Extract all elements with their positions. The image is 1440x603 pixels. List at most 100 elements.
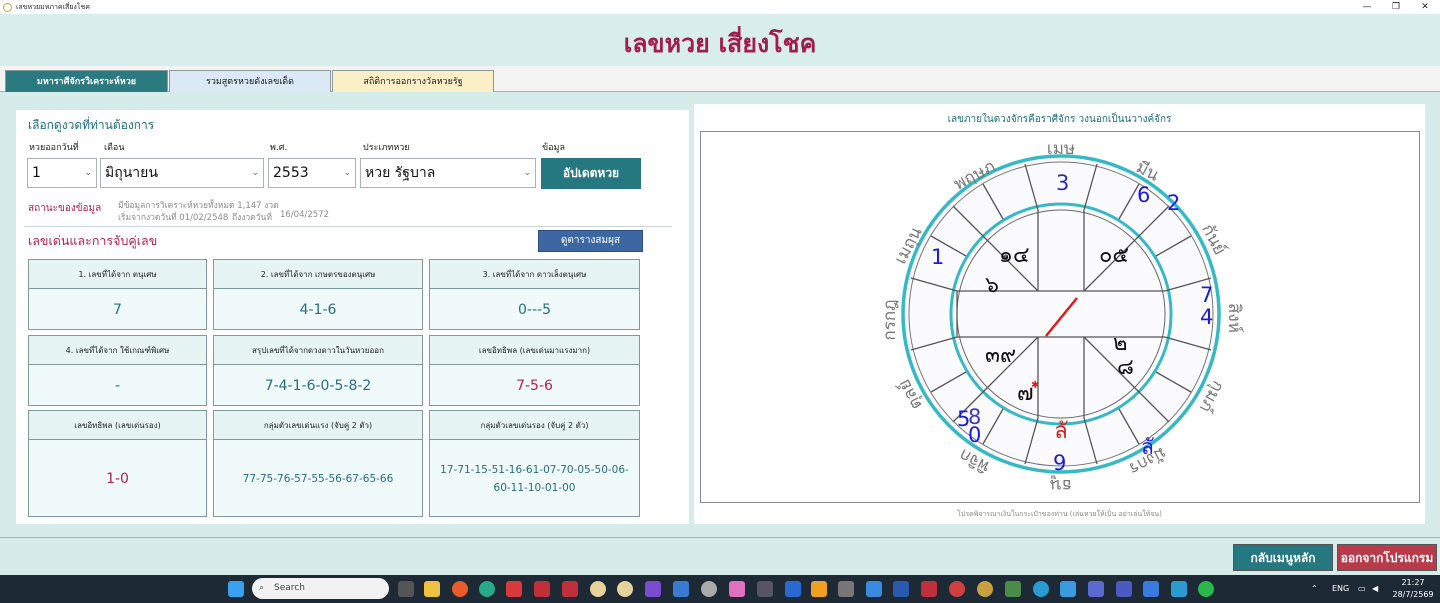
nav-number: 0 [968,423,981,447]
exit-button[interactable]: ออกจากโปรแกรม [1337,544,1437,571]
search-icon: ⌕ [259,583,265,593]
app-icon[interactable] [1005,581,1021,597]
tab-zodiac-analysis[interactable]: มหาราศีจักรวิเคราะห์หวย [5,70,168,92]
update-lottery-button[interactable]: อัปเดตหวย [541,158,641,189]
month-select[interactable]: มิถุนายน ⌄ [100,158,264,188]
language-indicator[interactable]: ENG [1332,575,1349,603]
card-value: 0---5 [518,301,551,318]
card-header: 4. เลขที่ได้จาก ใช้เกณฑ์พิเศษ [29,336,206,365]
status-end-date: 16/04/2572 [280,210,329,220]
wheel-title: เลขภายในดวงจักรคือราศีจักร วงนอกเป็นนวาง… [947,114,1172,125]
app-icon[interactable] [1033,581,1049,597]
taskbar-search[interactable]: ⌕ Search [252,578,389,599]
nav-number: 6 [1137,183,1150,207]
zodiac-wheel: เมษ พฤษภ เมถุน กรกฎ สิงห์ กันย์ ตุลย์ พิ… [880,139,1244,495]
taskbar: ⌕ Search ⌃ ENG ▭ ◀ 21:27 28/7/2569 [0,575,1440,603]
card-header: 3. เลขที่ได้จาก ดาวเล็งตนุเศษ [430,260,639,289]
line-icon[interactable] [1198,581,1214,597]
result-card: เลขอิทธิพล (เลขเด่นรอง) 1-0 [28,410,207,517]
year-select[interactable]: 2553 ⌄ [268,158,356,188]
nav-number: ลั [1141,435,1154,459]
result-card: กลุ่มตัวเลขเด่นแรง (จับคู่ 2 ตัว) 77-75-… [213,410,423,517]
app-icon[interactable] [1143,581,1159,597]
vscode-icon[interactable] [673,581,689,597]
settings-icon[interactable] [811,581,827,597]
tab-statistics[interactable]: สถิติการออกรางวัลหวยรัฐ [332,70,494,92]
word-icon[interactable] [893,581,909,597]
restore-button[interactable]: ❐ [1381,0,1411,14]
card-value: - [114,377,121,394]
app-icon[interactable] [534,581,550,597]
app-icon[interactable] [785,581,801,597]
card-header: สรุปเลขที่ได้จากดวงดาวในวันหวยออก [214,336,422,365]
start-icon[interactable] [228,581,244,597]
app-icon[interactable] [562,581,578,597]
photos-icon[interactable] [729,581,745,597]
card-header: 1. เลขที่ได้จาก ตนุเศษ [29,260,206,289]
sign-label: สิงห์ [1224,303,1244,333]
result-card: สรุปเลขที่ได้จากดวงดาวในวันหวยออก 7-4-1-… [213,335,423,406]
chrome-icon[interactable] [452,581,468,597]
chevron-down-icon: ⌄ [523,168,531,178]
app-icon[interactable] [1171,581,1187,597]
folder-icon[interactable] [424,581,440,597]
app-icon[interactable] [617,581,633,597]
window-titlebar: เลขหวยมหภาคเสี่ยงโชค — ❐ ✕ [0,0,1440,14]
app-header: เลขหวย เสี่ยงโชค [0,14,1440,66]
app-icon[interactable] [590,581,606,597]
card-header: เลขอิทธิพล (เลขเด่นรอง) [29,411,206,440]
inner-number: ๐๕ [1099,243,1129,268]
chevron-up-icon[interactable]: ⌃ [1311,575,1318,603]
app-icon[interactable] [977,581,993,597]
notepad-icon[interactable] [866,581,882,597]
nav-number: 2 [1167,191,1180,215]
volume-icon[interactable]: ◀ [1372,575,1378,603]
wheel-footer: โปรดพิจารณาเงินในกระเป๋าของท่าน (เล่นหวย… [957,510,1162,518]
card-value: 7 [113,301,122,318]
edge-icon[interactable] [479,581,495,597]
view-table-button[interactable]: ดูตารางสมผุส [538,230,643,252]
tab-formulas[interactable]: รวมสูตรหวยดังเลขเด็ด [169,70,331,92]
clock-date[interactable]: 28/7/2569 [1388,581,1438,603]
close-button[interactable]: ✕ [1410,0,1440,14]
card-value: 7-4-1-6-0-5-8-2 [264,377,372,394]
result-card: กลุ่มตัวเลขเด่นรอง (จับคู่ 2 ตัว) 17-71-… [429,410,640,517]
display-icon[interactable]: ▭ [1358,575,1366,603]
lottery-type-value: หวย รัฐบาล [365,165,436,181]
app-icon[interactable] [1116,581,1132,597]
nav-number: 1 [931,245,944,269]
zodiac-wheel-frame: เมษ พฤษภ เมถุน กรกฎ สิงห์ กันย์ ตุลย์ พิ… [700,131,1420,503]
task-view-icon[interactable] [398,581,414,597]
app-icon[interactable] [506,581,522,597]
app-icon[interactable] [701,581,717,597]
calculator-icon[interactable] [757,581,773,597]
nav-number: 3 [1056,171,1069,195]
status-label: สถานะของข้อมูล [28,203,102,214]
nav-number: 9 [1053,451,1066,475]
nav-number: 4 [1200,305,1213,329]
numbers-title: เลขเด่นและการจับคู่เลข [28,233,158,248]
card-value: 4-1-6 [299,301,337,318]
card-header: กลุ่มตัวเลขเด่นรอง (จับคู่ 2 ตัว) [430,411,639,440]
minimize-button[interactable]: — [1352,0,1382,14]
card-header: 2. เลขที่ได้จาก เกษตรของตนุเศษ [214,260,422,289]
app-icon[interactable] [921,581,937,597]
app-icon[interactable] [1088,581,1104,597]
result-card: 1. เลขที่ได้จาก ตนุเศษ 7 [28,259,207,330]
month-select-value: มิถุนายน [105,165,158,181]
visual-studio-icon[interactable] [645,581,661,597]
day-select[interactable]: 1 ⌄ [27,158,97,188]
result-card: 4. เลขที่ได้จาก ใช้เกณฑ์พิเศษ - [28,335,207,406]
card-header: เลขอิทธิพล (เลขเด่นมาแรงมาก) [430,336,639,365]
sign-label: กรกฎ [880,299,900,340]
lottery-type-select[interactable]: หวย รัฐบาล ⌄ [360,158,536,188]
day-select-value: 1 [32,165,41,181]
app-icon[interactable] [838,581,854,597]
app-icon[interactable] [1060,581,1076,597]
inner-number: ๒ [1113,331,1128,356]
select-draw-title: เลือกดูงวดที่ท่านต้องการ [28,118,155,132]
app-icon[interactable] [949,581,965,597]
star-icon: ✱ [1031,380,1039,391]
main-menu-button[interactable]: กลับเมนูหลัก [1233,544,1333,571]
label-info: ข้อมูล [542,143,566,153]
